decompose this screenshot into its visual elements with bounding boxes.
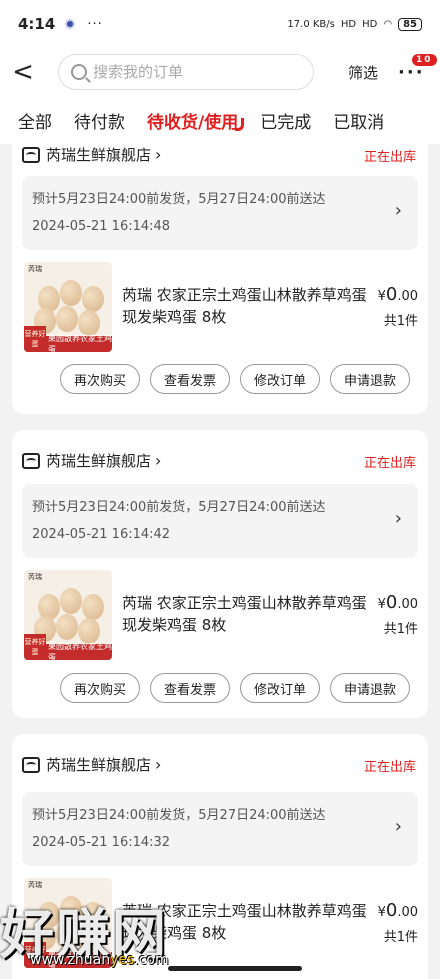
order-time: 2024-05-21 16:14:32: [32, 835, 171, 850]
header: < 筛选 ··· 10: [0, 48, 440, 96]
filter-button[interactable]: 筛选: [348, 62, 378, 83]
tab-completed[interactable]: 已完成: [260, 108, 311, 133]
modify-order-button[interactable]: 修改订单: [240, 364, 320, 394]
shop-name: 芮瑞生鲜旗舰店: [46, 756, 152, 774]
signal-icon: HD: [340, 18, 357, 30]
shipping-info[interactable]: 预计5月23日24:00前发货，5月27日24:00前送达 2024-05-21…: [22, 176, 418, 250]
product-image[interactable]: 芮瑞 果园散养农家土鸡蛋 营养好蛋: [24, 570, 112, 660]
shop-name: 芮瑞生鲜旗舰店: [46, 452, 152, 470]
status-indicators: 17.0 KB/s HD HD ◠ 85: [287, 17, 422, 31]
net-speed: 17.0 KB/s: [287, 18, 335, 30]
shipping-estimate: 预计5月23日24:00前发货，5月27日24:00前送达: [32, 192, 326, 207]
buy-again-button[interactable]: 再次购买: [60, 364, 140, 394]
product-title[interactable]: 芮瑞 农家正宗土鸡蛋山林散养草鸡蛋 现发柴鸡蛋 8枚: [122, 284, 368, 328]
product-quantity: 共1件: [383, 314, 418, 329]
buy-again-button[interactable]: 再次购买: [60, 673, 140, 703]
product-image-brand: 芮瑞: [28, 881, 42, 889]
shipping-estimate: 预计5月23日24:00前发货，5月27日24:00前送达: [32, 808, 326, 823]
product-image[interactable]: 芮瑞 果园散养农家土鸡蛋 营养好蛋: [24, 262, 112, 352]
status-more-icon: ···: [87, 16, 103, 32]
shop-icon: [22, 452, 40, 469]
view-invoice-button[interactable]: 查看发票: [150, 364, 230, 394]
shop-name: 芮瑞生鲜旗舰店: [46, 146, 152, 164]
request-refund-button[interactable]: 申请退款: [330, 364, 410, 394]
search-input[interactable]: [93, 63, 293, 81]
order-actions: 再次购买 查看发票 修改订单 申请退款: [60, 673, 410, 703]
watermark-url: www.zhuanyes.com: [30, 952, 169, 968]
order-status: 正在出库: [363, 150, 416, 165]
order-status: 正在出库: [363, 456, 416, 471]
back-button[interactable]: <: [0, 50, 46, 94]
chevron-right-icon: ›: [394, 508, 402, 529]
order-status: 正在出库: [363, 760, 416, 775]
order-time: 2024-05-21 16:14:42: [32, 527, 171, 542]
tab-all[interactable]: 全部: [18, 108, 52, 133]
request-refund-button[interactable]: 申请退款: [330, 673, 410, 703]
product-title[interactable]: 芮瑞 农家正宗土鸡蛋山林散养草鸡蛋 现发柴鸡蛋 8枚: [122, 592, 368, 636]
tab-pending-payment[interactable]: 待付款: [74, 108, 125, 133]
status-bar: 4:14 ··· 17.0 KB/s HD HD ◠ 85: [0, 0, 440, 48]
product-price: ¥0.00: [377, 284, 418, 305]
shipping-info[interactable]: 预计5月23日24:00前发货，5月27日24:00前送达 2024-05-21…: [22, 792, 418, 866]
shop-link[interactable]: 芮瑞生鲜旗舰店 ›: [22, 754, 161, 775]
message-badge: 10: [412, 53, 437, 66]
more-menu-button[interactable]: ··· 10: [398, 53, 437, 83]
order-card: 芮瑞生鲜旗舰店 › 正在出库 预计5月23日24:00前发货，5月27日24:0…: [12, 430, 428, 718]
order-card: 芮瑞生鲜旗舰店 › 正在出库 预计5月23日24:00前发货，5月27日24:0…: [12, 134, 428, 414]
search-icon: [71, 64, 87, 80]
tab-cancelled[interactable]: 已取消: [333, 108, 384, 133]
shipping-info[interactable]: 预计5月23日24:00前发货，5月27日24:00前送达 2024-05-21…: [22, 484, 418, 558]
product-price: ¥0.00: [377, 592, 418, 613]
shop-link[interactable]: 芮瑞生鲜旗舰店 ›: [22, 450, 161, 471]
chevron-right-icon: ›: [394, 200, 402, 221]
signal-icon-2: HD: [362, 18, 378, 30]
chevron-right-icon: ›: [155, 145, 162, 164]
view-invoice-button[interactable]: 查看发票: [150, 673, 230, 703]
chevron-right-icon: ›: [394, 816, 402, 837]
wifi-icon: ◠: [383, 18, 393, 30]
product-image-brand: 芮瑞: [28, 265, 42, 273]
shop-icon: [22, 756, 40, 773]
battery-icon: 85: [398, 17, 422, 31]
chevron-right-icon: ›: [155, 451, 162, 470]
product-quantity: 共1件: [383, 622, 418, 637]
product-image-brand: 芮瑞: [28, 573, 42, 581]
product-image-tag: 营养好蛋: [24, 326, 46, 352]
order-actions: 再次购买 查看发票 修改订单 申请退款: [60, 364, 410, 394]
tab-pending-receipt[interactable]: 待收货/使用: [147, 108, 245, 133]
chevron-right-icon: ›: [155, 755, 162, 774]
order-time: 2024-05-21 16:14:48: [32, 219, 171, 234]
search-bar[interactable]: [58, 54, 314, 90]
status-time: 4:14: [18, 15, 56, 33]
modify-order-button[interactable]: 修改订单: [240, 673, 320, 703]
shipping-estimate: 预计5月23日24:00前发货，5月27日24:00前送达: [32, 500, 326, 515]
home-indicator[interactable]: [168, 966, 302, 971]
shop-link[interactable]: 芮瑞生鲜旗舰店 ›: [22, 144, 161, 165]
shop-icon: [22, 146, 40, 163]
product-image-tag: 营养好蛋: [24, 634, 46, 660]
app-notification-icon: [65, 19, 76, 29]
